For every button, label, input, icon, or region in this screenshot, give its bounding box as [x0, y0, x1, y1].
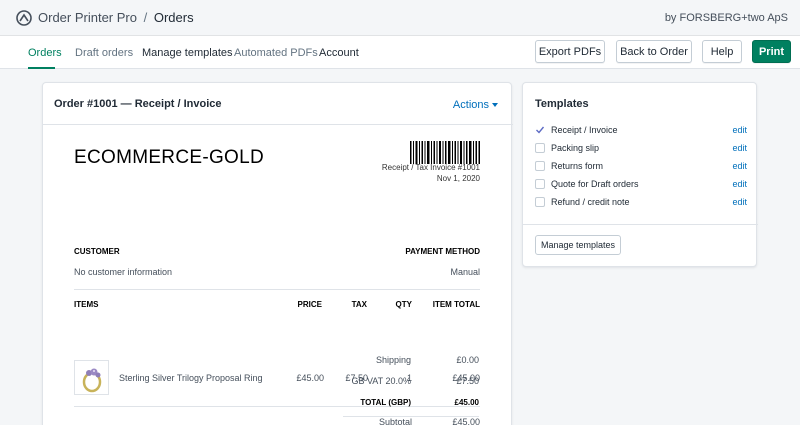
breadcrumb-separator: / [143, 10, 148, 25]
checkbox[interactable] [535, 143, 545, 153]
template-label: Packing slip [551, 143, 600, 153]
items-divider [74, 406, 480, 407]
breadcrumb-app[interactable]: Order Printer Pro [38, 10, 137, 25]
line-item-tax: £7.50 [345, 373, 368, 383]
checkbox[interactable] [535, 197, 545, 207]
templates-card: Templates Receipt / Invoice edit Packing… [522, 82, 758, 267]
developer-byline: by FORSBERG+two ApS [664, 12, 788, 24]
subtotal-value: £45.00 [452, 417, 480, 425]
template-label: Returns form [551, 161, 604, 171]
template-item[interactable]: Packing slip edit [535, 142, 747, 156]
checkbox[interactable] [535, 179, 545, 189]
checkbox[interactable] [535, 161, 545, 171]
templates-divider [523, 224, 758, 225]
template-label: Refund / credit note [551, 197, 630, 207]
line-item-price: £45.00 [296, 373, 324, 383]
app-logo-icon [16, 10, 32, 26]
subtotal-label: Subtotal [378, 417, 412, 425]
template-item[interactable]: Refund / credit note edit [535, 196, 747, 210]
order-preview-card: Order #1001 — Receipt / Invoice Actions … [42, 82, 513, 425]
template-label: Quote for Draft orders [551, 179, 639, 189]
invoice-number: Receipt / Tax Invoice #1001 [381, 163, 480, 172]
line-item-qty: 1 [406, 373, 412, 383]
ring-image-icon [82, 368, 102, 393]
line-item-name: Sterling Silver Trilogy Proposal Ring [119, 373, 263, 383]
nav-bar: Orders Draft orders Manage templates Aut… [0, 36, 800, 69]
caret-down-icon [492, 103, 498, 108]
templates-title: Templates [535, 98, 589, 110]
export-pdfs-button[interactable]: Export PDFs [535, 40, 605, 63]
invoice-document: ECOMMERCE-GOLD Receipt / Tax Invoice #10… [74, 125, 480, 425]
tab-manage-templates[interactable]: Manage templates [142, 47, 233, 59]
edit-link[interactable]: edit [732, 179, 747, 189]
line-item-total: £45.00 [452, 373, 480, 383]
tab-orders[interactable]: Orders [28, 47, 62, 59]
active-tab-indicator [28, 67, 55, 69]
manage-templates-button[interactable]: Manage templates [535, 235, 621, 255]
breadcrumb-page: Orders [153, 10, 194, 25]
edit-link[interactable]: edit [732, 143, 747, 153]
payment-method-value: Manual [450, 267, 480, 277]
tax-column-header: TAX [351, 300, 367, 309]
tab-account[interactable]: Account [319, 47, 359, 59]
checkmark-icon [536, 126, 545, 134]
price-column-header: PRICE [297, 300, 322, 309]
qty-column-header: QTY [395, 300, 412, 309]
actions-dropdown[interactable]: Actions [453, 99, 498, 111]
template-item[interactable]: Returns form edit [535, 160, 747, 174]
order-card-title: Order #1001 — Receipt / Invoice [54, 98, 222, 110]
help-button[interactable]: Help [702, 40, 742, 63]
shop-name: ECOMMERCE-GOLD [74, 147, 264, 168]
barcode-icon [410, 141, 480, 164]
template-item[interactable]: Receipt / Invoice edit [535, 124, 747, 138]
invoice-date: Nov 1, 2020 [436, 174, 480, 183]
checkbox[interactable] [535, 125, 545, 135]
product-thumbnail [74, 360, 109, 395]
tab-automated-pdfs[interactable]: Automated PDFs [234, 47, 318, 59]
item-total-column-header: ITEM TOTAL [432, 300, 480, 309]
actions-label: Actions [452, 99, 489, 111]
customer-label: CUSTOMER [74, 247, 120, 256]
template-label: Receipt / Invoice [551, 125, 618, 135]
edit-link[interactable]: edit [732, 197, 747, 207]
top-bar: Order Printer Pro / Orders by FORSBERG+t… [0, 0, 800, 36]
template-item[interactable]: Quote for Draft orders edit [535, 178, 747, 192]
breadcrumb: Order Printer Pro / Orders [38, 10, 194, 25]
tab-draft-orders[interactable]: Draft orders [75, 47, 133, 59]
edit-link[interactable]: edit [732, 125, 747, 135]
payment-method-label: PAYMENT METHOD [405, 247, 480, 256]
items-column-header: ITEMS [74, 300, 99, 309]
customer-value: No customer information [74, 267, 173, 277]
section-divider [74, 289, 480, 290]
back-to-order-button[interactable]: Back to Order [616, 40, 692, 63]
edit-link[interactable]: edit [732, 161, 747, 171]
print-button[interactable]: Print [752, 40, 791, 63]
